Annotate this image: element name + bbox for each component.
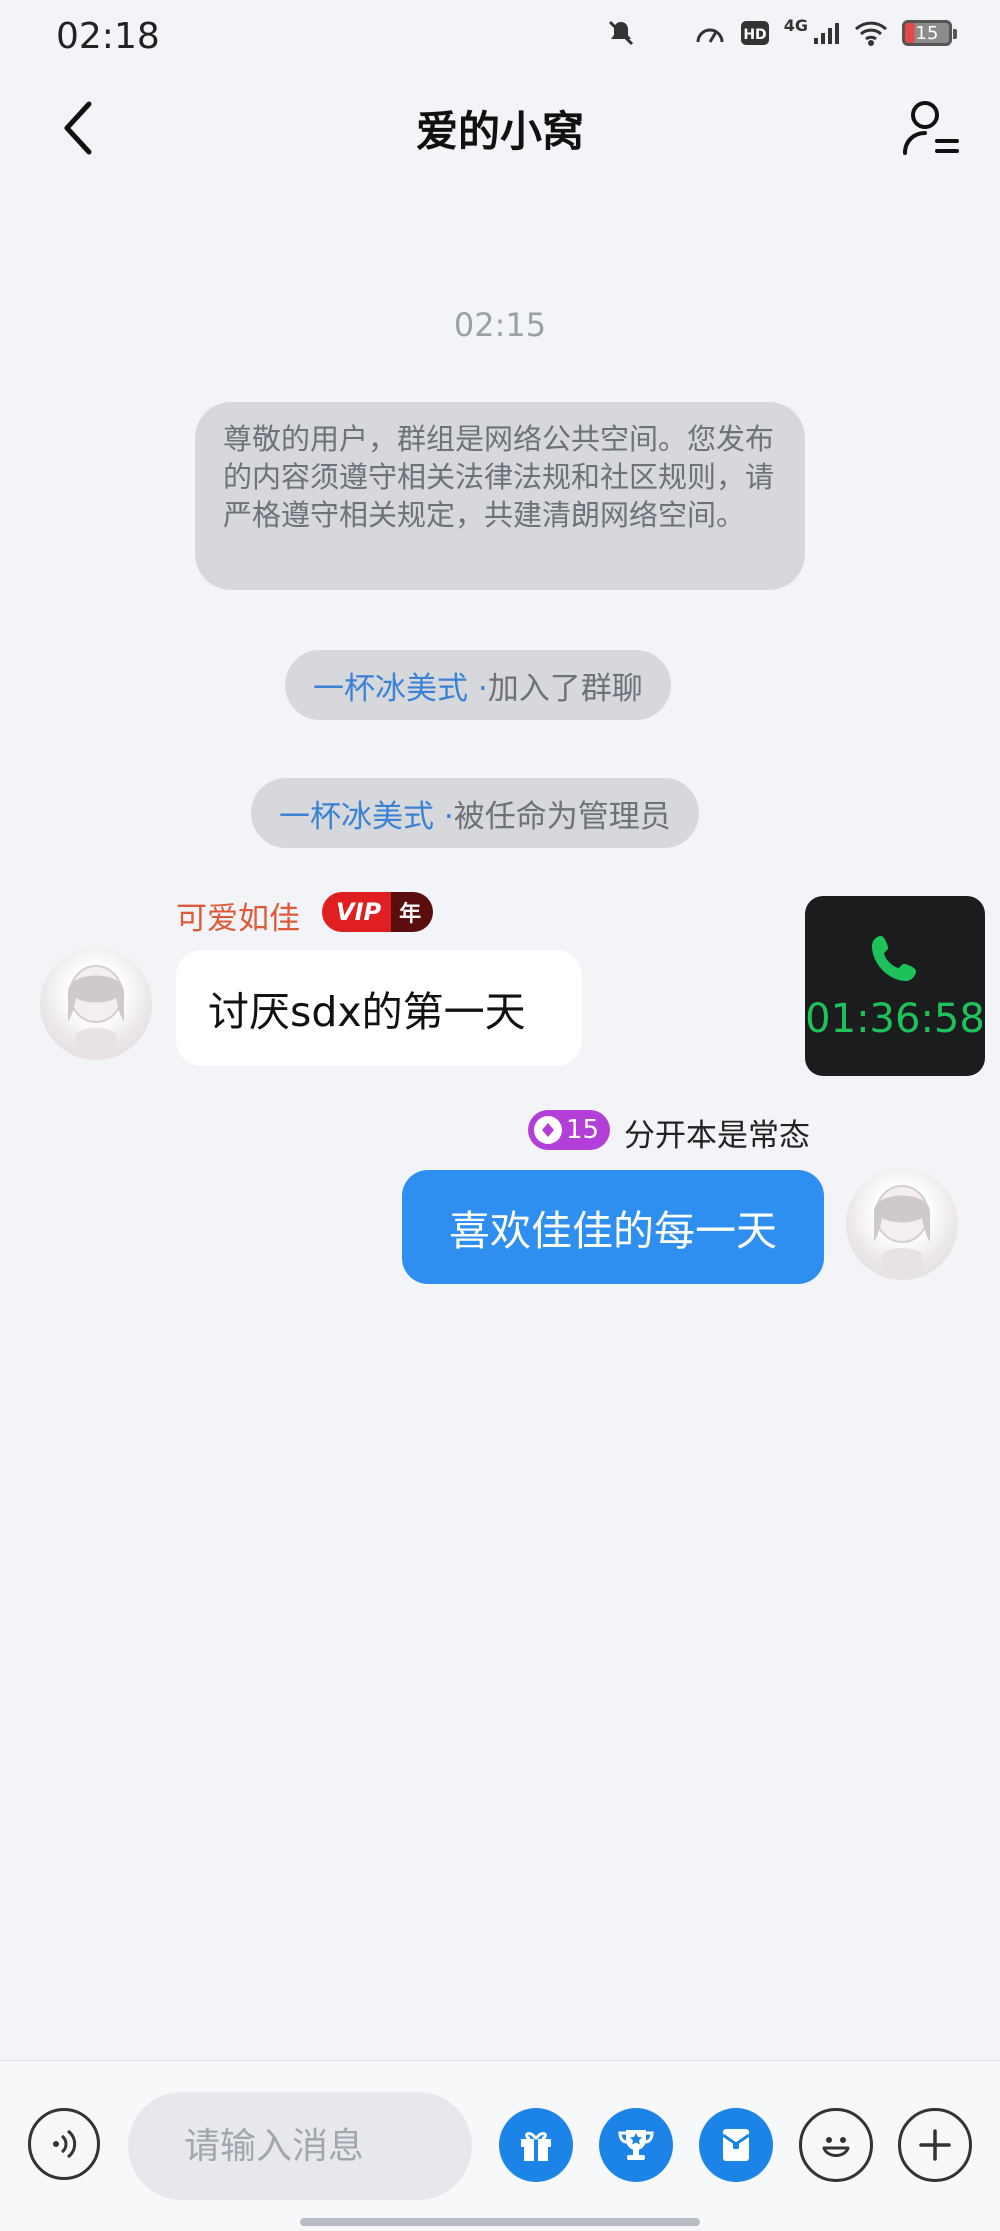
battery-level: 15 [915, 22, 939, 44]
call-widget[interactable]: 01:36:58 [805, 896, 985, 1076]
red-packet-button[interactable] [699, 2108, 773, 2182]
plus-icon [919, 2129, 951, 2161]
level-badge[interactable]: 15 [528, 1110, 610, 1150]
system-message-text: 加入了群聊 [487, 670, 643, 707]
phone-icon [872, 936, 916, 981]
status-icons: HD 4G 15 [606, 15, 957, 48]
group-notice: 尊敬的用户，群组是网络公共空间。您发布的内容须遵守相关法律法规和社区规则，请严格… [195, 402, 805, 590]
system-message-user[interactable]: 一杯冰美式 · [313, 663, 488, 708]
trophy-button[interactable] [599, 2108, 673, 2182]
wifi-icon [854, 21, 888, 46]
sender-signature: 分开本是常态 [624, 1118, 810, 1154]
signal-icon [814, 23, 839, 44]
page-title: 爱的小窝 [415, 107, 584, 156]
call-duration: 01:36:58 [805, 996, 985, 1042]
emoji-icon [822, 2137, 850, 2157]
vip-badge[interactable]: VIP 年 [322, 892, 434, 932]
vip-year-label: 年 [391, 892, 434, 932]
group-members-button[interactable] [896, 92, 966, 162]
network-label: 4G [783, 15, 808, 35]
diamond-icon [534, 1116, 562, 1144]
mute-icon [608, 20, 633, 46]
avatar[interactable] [40, 948, 152, 1060]
sender-name[interactable]: 可爱如佳 [176, 893, 300, 938]
system-message-admin: 一杯冰美式 · 被任命为管理员 [251, 778, 699, 848]
avatar-illustration [874, 1185, 930, 1280]
svg-text:HD: HD [743, 27, 766, 43]
avatar[interactable] [846, 1168, 958, 1280]
group-members-icon [903, 101, 959, 155]
trophy-icon [618, 2130, 654, 2160]
gift-icon [521, 2132, 551, 2161]
avatar-illustration [68, 965, 124, 1060]
vip-label: VIP [322, 892, 392, 932]
red-packet-icon [722, 2129, 750, 2161]
home-indicator[interactable] [300, 2218, 700, 2226]
emoji-button[interactable] [799, 2108, 873, 2182]
voice-button[interactable] [28, 2108, 100, 2180]
system-message-text: 被任命为管理员 [453, 798, 671, 835]
hd-icon: HD [740, 21, 769, 45]
speed-icon [696, 28, 724, 43]
system-message-joined: 一杯冰美式 · 加入了群聊 [285, 650, 671, 720]
plus-button[interactable] [898, 2108, 972, 2182]
message-bubble[interactable]: 喜欢佳佳的每一天 [402, 1170, 824, 1284]
chat-timestamp: 02:15 [453, 306, 547, 344]
moon-icon [658, 22, 670, 44]
system-message-user[interactable]: 一杯冰美式 · [279, 791, 454, 836]
level-value: 15 [566, 1115, 600, 1145]
gift-button[interactable] [499, 2108, 573, 2182]
battery-icon: 15 [902, 20, 957, 46]
message-input[interactable] [128, 2092, 472, 2200]
voice-icon [53, 2129, 77, 2159]
status-time: 02:18 [56, 16, 160, 57]
message-bubble[interactable]: 讨厌sdx的第一天 [176, 950, 582, 1066]
